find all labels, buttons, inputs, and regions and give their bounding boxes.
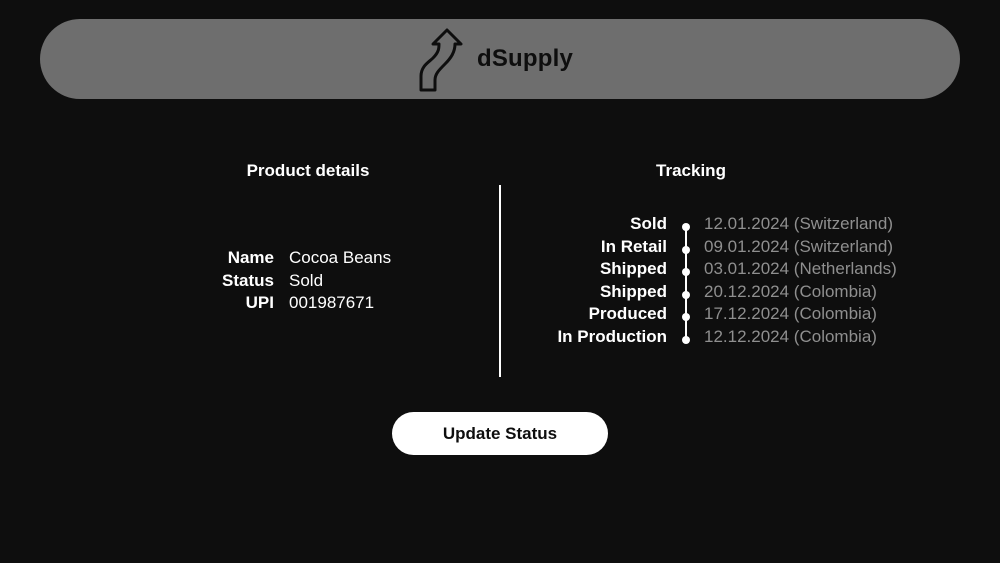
timeline-event: In Retail 09.01.2024 (Switzerland) — [540, 236, 940, 259]
event-info: 20.12.2024 (Colombia) — [704, 281, 877, 301]
event-status: In Retail — [600, 236, 667, 256]
app-screen: dSupply Product details Tracking Name Co… — [0, 0, 1000, 563]
upi-label: UPI — [245, 293, 274, 312]
timeline-dot-icon — [682, 335, 690, 344]
timeline-event: Shipped 03.01.2024 (Netherlands) — [540, 258, 940, 281]
event-status: In Production — [557, 326, 667, 346]
timeline-event: In Production 12.12.2024 (Colombia) — [540, 326, 940, 349]
header-bar: dSupply — [40, 19, 960, 99]
event-info: 12.12.2024 (Colombia) — [704, 326, 877, 346]
section-divider — [499, 185, 501, 377]
event-info: 09.01.2024 (Switzerland) — [704, 236, 894, 256]
product-details-title: Product details — [246, 161, 370, 180]
name-label: Name — [227, 248, 274, 267]
event-status: Produced — [588, 304, 667, 324]
timeline-event: Produced 17.12.2024 (Colombia) — [540, 303, 940, 326]
upward-path-arrow-icon — [419, 28, 463, 92]
update-status-button[interactable]: Update Status — [392, 412, 608, 455]
event-status: Shipped — [599, 281, 667, 301]
timeline-event: Sold 12.01.2024 (Switzerland) — [540, 213, 940, 236]
timeline-dot-icon — [682, 313, 690, 321]
event-status: Sold — [630, 214, 667, 234]
timeline-dot-icon — [682, 245, 690, 254]
status-label: Status — [222, 270, 274, 290]
event-status: Shipped — [599, 259, 667, 279]
product-details-list: Name Cocoa Beans Status Sold UPI 0019876… — [170, 247, 391, 315]
brand[interactable]: dSupply — [417, 24, 573, 94]
tracking-title: Tracking — [656, 161, 726, 180]
event-info: 03.01.2024 (Netherlands) — [704, 259, 897, 278]
status-value: Sold — [289, 270, 324, 290]
upi-value: 001987671 — [289, 293, 375, 312]
name-value: Cocoa Beans — [289, 248, 392, 267]
timeline-dot-icon — [682, 290, 690, 299]
timeline-event: Shipped 20.12.2024 (Colombia) — [540, 281, 940, 304]
timeline-dot-icon — [682, 223, 690, 231]
brand-name: dSupply — [476, 45, 574, 72]
tracking-timeline: Sold 12.01.2024 (Switzerland) In Retail … — [540, 213, 940, 348]
timeline-dot-icon — [682, 268, 690, 276]
event-info: 17.12.2024 (Colombia) — [704, 304, 877, 323]
event-info: 12.01.2024 (Switzerland) — [704, 214, 894, 233]
